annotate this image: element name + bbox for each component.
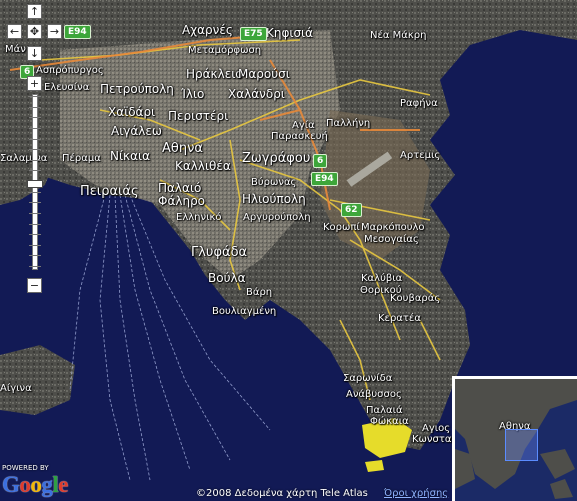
place-peristeri: Περιστέρι <box>168 109 229 123</box>
zoom-slider-tick <box>29 223 41 225</box>
place-artemis: Αρτεμις <box>400 150 441 161</box>
zoom-out-button[interactable]: − <box>27 278 42 293</box>
place-rafina: Ραφήνα <box>400 98 438 109</box>
logo-letter: o <box>30 472 42 497</box>
zoom-slider-tick <box>29 127 41 129</box>
overview-viewport[interactable] <box>505 429 538 461</box>
zoom-slider-tick <box>29 170 41 172</box>
place-saronida: Σαρωνίδα <box>343 373 393 384</box>
pan-down-button[interactable]: ↓ <box>27 46 42 61</box>
logo-letter: g <box>41 472 53 497</box>
logo-letter: o <box>19 472 31 497</box>
pan-center-button[interactable]: ✥ <box>27 24 42 39</box>
zoom-slider-tick <box>29 191 41 193</box>
road-shield-e94: E94 <box>311 172 338 186</box>
place-kalyvia: Καλύβια <box>361 273 403 284</box>
place-kallithea: Καλλιθέα <box>175 159 231 173</box>
place-kifisia: Κηφισιά <box>266 26 314 40</box>
logo-letter: e <box>58 472 68 497</box>
place-aigina: Αίγινα <box>0 383 32 394</box>
zoom-slider-tick <box>29 244 41 246</box>
place-anavyssos: Ανάβυσσος <box>346 389 402 400</box>
place-zografou: Ζωγράφου <box>242 151 311 166</box>
place-pallini: Παλλήνη <box>326 118 371 129</box>
zoom-slider-tick <box>29 106 41 108</box>
place-palaia: Παλαιά <box>366 405 403 416</box>
zoom-slider-tick <box>29 266 41 267</box>
place-ilioupoli: Ηλιούπολη <box>242 192 306 206</box>
place-kouvaras: Κουβαράς <box>390 293 441 304</box>
place-marousi: Μαρούσι <box>238 67 290 81</box>
place-markopoulo: Μαρκόπουλο <box>361 222 425 233</box>
place-agia: Αγία <box>292 120 315 131</box>
place-irakleio: Ηράκλειο <box>186 67 243 81</box>
road-shield-e75: E75 <box>240 27 267 41</box>
terms-of-use-link[interactable]: Όροι χρήσης <box>384 488 448 499</box>
zoom-slider-thumb[interactable] <box>27 180 43 189</box>
place-acharnes: Αχαρνές <box>182 23 233 37</box>
place-agios: Αγιος <box>422 423 451 434</box>
overview-map[interactable]: Αθηνα <box>452 376 577 501</box>
place-metamorfosi: Μεταμόρφωση <box>188 45 262 56</box>
place-ilio: Ίλιο <box>181 87 205 101</box>
place-aspropyrgos: Ασπρόπυργος <box>36 65 104 76</box>
place-fokaia: Φώκαια <box>370 416 409 427</box>
zoom-slider-tick <box>29 159 41 161</box>
place-faliro: Φάληρο <box>158 194 206 208</box>
zoom-slider-tick <box>29 234 41 236</box>
place-voula: Βούλα <box>208 271 246 285</box>
place-mesogaias: Μεσογαίας <box>364 234 419 245</box>
place-aigaleo: Αιγάλεω <box>111 124 162 138</box>
pan-right-button[interactable]: → <box>47 24 62 39</box>
google-logo[interactable]: Google <box>2 472 68 498</box>
place-keratea: Κερατέα <box>378 313 421 324</box>
place-chaidari: Χαϊδάρι <box>108 105 156 119</box>
place-glyfada: Γλυφάδα <box>191 245 248 260</box>
place-mani: Μάν <box>5 44 26 55</box>
place-petroupoli: Πετρούπολη <box>100 82 174 96</box>
place-athina: Αθηνα <box>162 141 203 156</box>
copyright-notice: ©2008 Δεδομένα χάρτη Tele Atlas <box>196 488 368 499</box>
powered-by-label: POWERED BY <box>2 464 49 472</box>
place-peiraias: Πειραιάς <box>80 184 139 199</box>
pan-left-button[interactable]: ← <box>7 24 22 39</box>
road-shield-6: 6 <box>313 154 328 168</box>
place-nikaia: Νίκαια <box>110 149 150 163</box>
place-perama: Πέραμα <box>62 153 101 164</box>
map-view[interactable]: Αχαρνές Κηφισιά Νέα Μάκρη Μεταμόρφωση Ασ… <box>0 0 577 501</box>
logo-letter: G <box>2 472 20 497</box>
place-elliniko: Ελληνικό <box>176 212 222 223</box>
zoom-slider-tick <box>29 255 41 257</box>
road-shield-e94-nw: E94 <box>64 25 91 39</box>
place-salamina: Σαλαμίνα <box>0 153 48 164</box>
place-chalandri: Χαλάνδρι <box>228 87 285 101</box>
place-koropi: Κορωπί <box>323 222 360 233</box>
place-nea-makri: Νέα Μάκρη <box>370 30 427 41</box>
place-paraskevi: Παρασκευή <box>271 131 328 142</box>
zoom-slider-tick <box>29 149 41 151</box>
zoom-slider-tick <box>29 117 41 119</box>
place-vyronas: Βύρωνας <box>251 177 297 188</box>
place-elefsina: Ελευσίνα <box>44 82 90 93</box>
zoom-in-button[interactable]: + <box>27 76 42 91</box>
zoom-slider-tick <box>29 138 41 140</box>
place-argyroupoli: Αργυρούπολη <box>243 212 311 223</box>
zoom-slider-tick <box>29 212 41 214</box>
place-vari: Βάρη <box>246 287 273 298</box>
pan-up-button[interactable]: ↑ <box>27 4 42 19</box>
road-shield-62: 62 <box>341 203 362 217</box>
zoom-slider-tick <box>29 96 41 97</box>
zoom-slider-tick <box>29 202 41 204</box>
place-vouliagmeni: Βουλιαγμένη <box>212 306 277 317</box>
